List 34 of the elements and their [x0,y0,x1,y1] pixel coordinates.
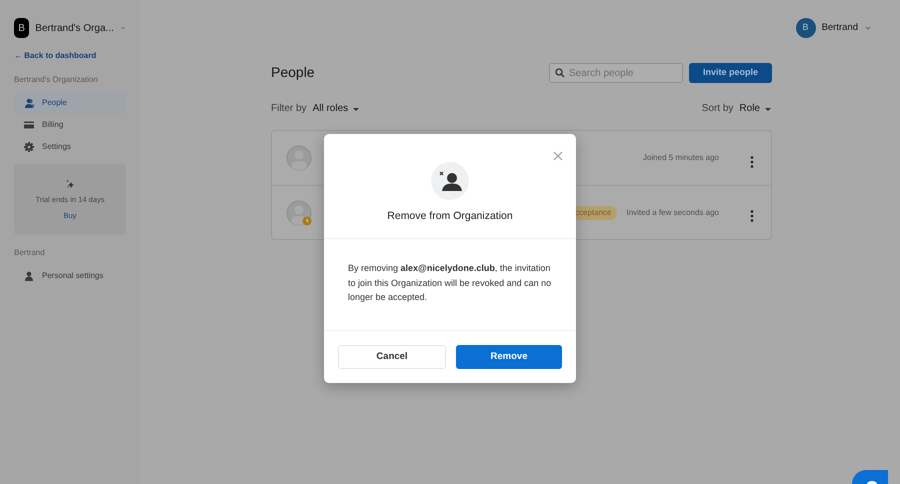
invite-button[interactable]: Invite people [688,62,772,82]
person-icon [24,271,34,282]
section-title: Bertrand's Organization [14,74,99,86]
cancel-button[interactable]: Cancel [338,345,446,369]
remove-user-icon [431,162,469,200]
chevron-down-icon[interactable] [864,24,872,32]
settings-icon [24,142,34,152]
sparkle-icon [65,179,75,190]
credit-card-icon [24,120,34,130]
sort-label: Sort by [702,102,734,116]
remove-button[interactable]: Remove [456,345,562,369]
dialog-message: By removing alex@nicelydone.club, the invitation to join this Organization will be revoked and can no longer be accepted. [324,239,576,331]
section-title: Bertrand [14,247,46,260]
chat-icon[interactable] [852,470,888,484]
page-title: People [271,63,315,82]
org-name[interactable]: Bertrand's Orga... [35,20,114,36]
org-avatar[interactable]: B [14,18,30,38]
user-avatar[interactable]: B [796,18,816,38]
status-badge: cceptance [574,206,618,220]
sidebar-item[interactable]: Settings [14,136,126,158]
back-link[interactable]: ← Back to dashboard [14,50,126,62]
joined-time: Joined 5 minutes ago [642,152,719,164]
people-icon [24,98,34,108]
close-icon[interactable] [552,150,564,162]
role-filter[interactable]: All roles [312,101,360,116]
user-name[interactable]: Bertrand [822,20,858,36]
search-field[interactable]: Search people [548,63,683,83]
joined-time: Invited a few seconds ago [626,206,719,218]
sidebar-item[interactable]: People [14,92,126,114]
dialog-title: Remove from Organization [387,209,513,224]
sort-dropdown[interactable]: Role [739,101,772,116]
filter-label: Filter by [271,102,307,116]
sidebar-item[interactable]: Personal settings [14,265,126,288]
sidebar-item[interactable]: Billing [14,114,126,136]
